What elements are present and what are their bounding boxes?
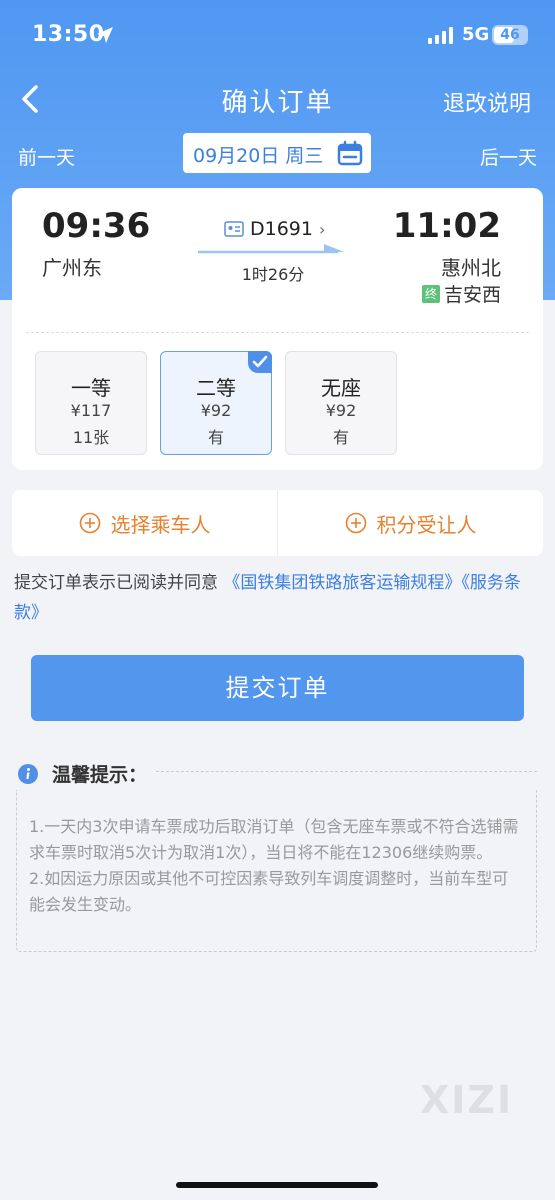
info-icon (18, 763, 38, 784)
points-transfer-label: 积分受让人 (376, 512, 477, 537)
agreement-prefix: 提交订单表示已阅读并同意 (14, 573, 224, 593)
tips-header: 温馨提示： (18, 760, 147, 787)
tips-divider (156, 771, 537, 772)
seat-availability: 有 (332, 428, 349, 447)
tip-line: 2.如因运力原因或其他不可控因素导致列车调度调整时，当前车型可能会发生变动。 (29, 869, 509, 914)
seat-price: ¥117 (70, 401, 112, 420)
trip-card: 09:36 广州东 D1691 › 1时26分 11:02 惠州北 终 吉安西 … (12, 188, 543, 470)
terminal-station: 吉安西 (443, 284, 501, 306)
seat-availability: 有 (207, 428, 224, 447)
depart-station: 广州东 (42, 256, 102, 280)
trip-duration: 1时26分 (241, 265, 305, 284)
terminal-badge: 终 (421, 284, 440, 303)
select-passenger-label: 选择乘车人 (110, 512, 211, 537)
terminal-info: 终 吉安西 (421, 280, 501, 307)
seat-price: ¥92 (325, 401, 357, 420)
date-picker[interactable]: 09月20日 周三 (183, 133, 371, 173)
prev-day-button[interactable]: 前一天 (18, 143, 75, 170)
id-card-icon (224, 221, 244, 237)
train-number: D1691 (250, 218, 313, 240)
train-number-link[interactable]: D1691 › (224, 218, 325, 240)
depart-time: 09:36 (42, 206, 151, 246)
next-day-button[interactable]: 后一天 (480, 143, 537, 170)
seat-name: 二等 (196, 376, 236, 400)
battery-level: 46 (500, 27, 520, 43)
seat-option-no-seat[interactable]: 无座 ¥92 有 (285, 351, 397, 455)
tips-box: 1.一天内3次申请车票成功后取消订单（包含无座车票或不符合选铺需求车票时取消5次… (16, 790, 537, 952)
seat-name: 无座 (321, 376, 361, 400)
signal-icon (428, 27, 453, 44)
watermark: XIZI (420, 1078, 514, 1122)
arrive-station: 惠州北 (441, 256, 501, 280)
seat-name: 一等 (71, 376, 111, 400)
status-time: 13:50 (32, 22, 105, 47)
agreement-text: 提交订单表示已阅读并同意 《国铁集团铁路旅客运输规程》《服务条款》 (14, 568, 540, 628)
chevron-right-icon: › (318, 219, 326, 239)
seat-price: ¥92 (200, 401, 232, 420)
seat-option-second-class[interactable]: 二等 ¥92 有 (160, 351, 272, 455)
network-label: 5G (462, 24, 490, 45)
calendar-icon (337, 140, 363, 166)
plus-circle-icon (345, 512, 366, 534)
tip-line: 1.一天内3次申请车票成功后取消订单（包含无座车票或不符合选铺需求车票时取消5次… (29, 817, 519, 862)
select-passenger-button[interactable]: 选择乘车人 (12, 490, 277, 556)
divider (26, 332, 529, 333)
plus-circle-icon (79, 512, 100, 534)
points-transfer-button[interactable]: 积分受让人 (277, 490, 543, 556)
arrow-line-icon (198, 244, 344, 254)
selected-check-icon (248, 351, 272, 373)
submit-order-button[interactable]: 提交订单 (31, 655, 524, 721)
location-arrow-icon (97, 27, 113, 43)
refund-rules-link[interactable]: 退改说明 (443, 86, 531, 118)
arrive-time: 11:02 (392, 206, 501, 246)
battery-icon: 46 (492, 25, 528, 45)
status-bar: 13:50 5G 46 (0, 0, 555, 70)
passenger-action-bar: 选择乘车人 积分受让人 (12, 490, 543, 556)
seat-availability: 11张 (72, 428, 110, 447)
date-label: 09月20日 周三 (193, 145, 324, 167)
rules-link[interactable]: 《国铁集团铁路旅客运输规程》 (223, 573, 461, 593)
home-indicator[interactable] (176, 1182, 378, 1188)
seat-option-first-class[interactable]: 一等 ¥117 11张 (35, 351, 147, 455)
tips-title: 温馨提示： (52, 764, 148, 786)
